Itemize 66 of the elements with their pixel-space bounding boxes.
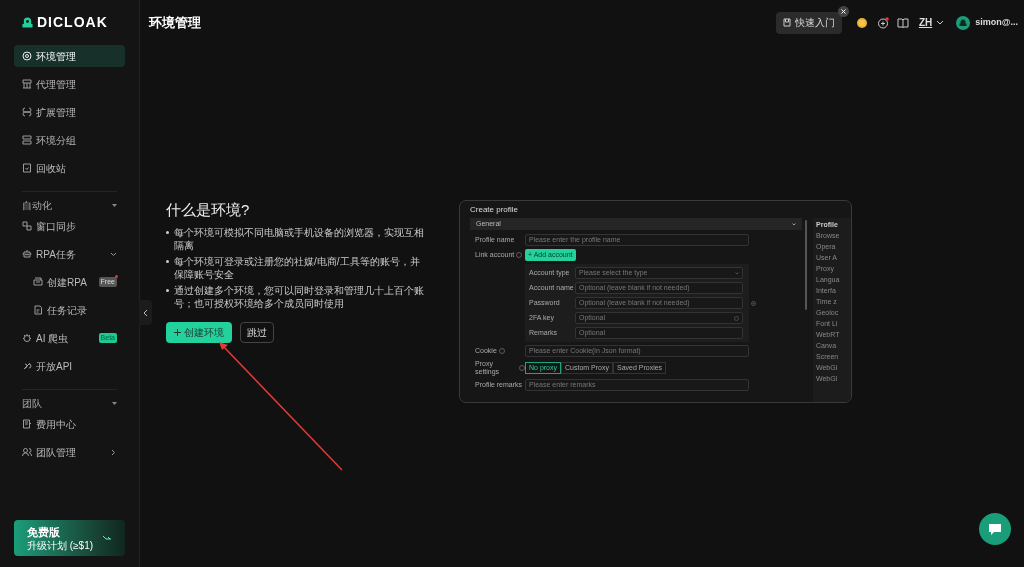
bullet-icon (166, 289, 169, 292)
menu-item-icon (33, 277, 43, 287)
create-profile-button[interactable]: 创建环境 (166, 322, 232, 343)
language-selector[interactable]: ZH (918, 15, 945, 30)
sidebar-item[interactable]: RPA任务 (14, 243, 125, 265)
sidebar-item[interactable]: 环境分组 (14, 129, 125, 151)
bullet-text: 每个环境可模拟不同电脑或手机设备的浏览器，实现互相隔离 (174, 226, 425, 252)
upgrade-plan-card[interactable]: 免费版 升级计划 (≥$1) (14, 520, 125, 556)
user-name[interactable]: simon@... (975, 15, 1018, 30)
section-header[interactable]: 自动化 (22, 191, 117, 215)
caret-icon (112, 401, 117, 405)
sidebar-item[interactable]: 窗口同步 (14, 215, 125, 237)
chevron-down-icon (936, 20, 945, 25)
skip-button[interactable]: 跳过 (240, 322, 274, 343)
bullet-icon (166, 260, 169, 263)
chevron-left-icon (143, 308, 148, 317)
sidebar-item[interactable]: 扩展管理 (14, 101, 125, 123)
avatar-icon[interactable] (956, 15, 971, 30)
chevron-down-icon (792, 222, 796, 226)
close-icon (840, 8, 846, 14)
form-title: Create profile (470, 205, 520, 215)
sidebar-item[interactable]: 代理管理 (14, 73, 125, 95)
menu-item-icon (22, 79, 32, 89)
menu-item-icon (22, 249, 32, 259)
plan-subtitle: 升级计划 (≥$1) (27, 538, 94, 552)
menu-item-icon (22, 51, 32, 61)
menu-item-icon (22, 107, 32, 117)
menu-item-icon (22, 163, 32, 173)
bullet-text: 通过创建多个环境，您可以同时登录和管理几十上百个账号；也可授权环境给多个成员同时使用 (174, 284, 425, 310)
quick-start-button[interactable]: 快速入门 (775, 11, 842, 34)
chat-icon (988, 522, 1002, 536)
intro-heading: 什么是环境? (166, 200, 251, 220)
bullet-text: 每个环境可登录或注册您的社媒/电商/工具等的账号，并保障账号安全 (174, 255, 421, 281)
sidebar-item[interactable]: 费用中心 (14, 413, 125, 435)
chevron-down-icon (110, 250, 117, 258)
menu-item-icon (22, 361, 32, 371)
bullet-icon (166, 231, 169, 234)
plan-title: 免费版 (27, 524, 61, 539)
menu-item-icon (22, 221, 32, 231)
sidebar-item[interactable]: 开放API (14, 355, 125, 377)
close-button[interactable] (837, 5, 849, 17)
page-title: 环境管理 (149, 13, 201, 32)
add-circle-icon[interactable] (876, 16, 889, 29)
book-icon[interactable] (896, 17, 909, 28)
arrow-icon (102, 535, 111, 541)
logo-text: DICLOAK (37, 13, 108, 32)
chevron-right-icon (110, 448, 117, 456)
menu-item-icon (33, 305, 43, 315)
logo-icon (22, 17, 33, 28)
plus-icon (174, 329, 181, 336)
caret-icon (112, 203, 117, 207)
sidebar-item[interactable]: 团队管理 (14, 441, 125, 463)
sidebar-item[interactable]: 环境管理 (14, 45, 125, 67)
menu-item-icon (22, 447, 32, 457)
menu-item-icon (22, 333, 32, 343)
help-icon (734, 315, 739, 321)
bookmark-icon (782, 18, 791, 27)
sidebar-item[interactable]: 任务记录 (14, 299, 125, 321)
coin-icon[interactable] (855, 16, 868, 29)
sidebar-item[interactable]: 回收站 (14, 157, 125, 179)
menu-item-icon (22, 135, 32, 145)
chat-button[interactable] (979, 513, 1011, 545)
remove-icon (751, 300, 756, 306)
menu-item-icon (22, 419, 32, 429)
chevron-down-icon (735, 271, 739, 275)
section-header[interactable]: 团队 (22, 389, 117, 413)
